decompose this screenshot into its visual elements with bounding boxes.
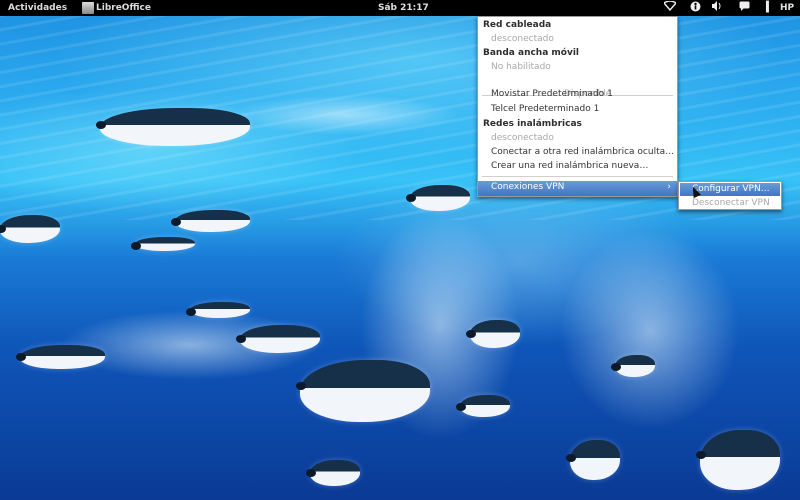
mobile-broadband-header: Banda ancha móvil bbox=[483, 48, 580, 58]
menu-separator bbox=[482, 176, 673, 177]
penguin-image bbox=[456, 395, 510, 417]
connect-hidden-network-item[interactable]: Conectar a otra red inalámbrica oculta… bbox=[491, 145, 690, 159]
configure-vpn-label: Configurar VPN… bbox=[692, 184, 770, 194]
wifi-icon[interactable] bbox=[662, 0, 678, 15]
penguin-image bbox=[0, 215, 60, 243]
desktop-wallpaper bbox=[0, 0, 800, 500]
mobile-option-movistar[interactable]: Movistar Predeterminado 1 bbox=[491, 87, 690, 101]
clock-button[interactable]: Sáb 21:17 bbox=[378, 3, 429, 13]
create-wireless-network-item[interactable]: Crear una red inalámbrica nueva… bbox=[491, 159, 690, 173]
penguin-image bbox=[611, 355, 655, 377]
mobile-broadband-status: No habilitado bbox=[491, 62, 551, 72]
wireless-network-status: desconectado bbox=[491, 133, 554, 143]
chevron-right-icon: › bbox=[667, 182, 671, 192]
chat-icon[interactable] bbox=[737, 1, 751, 15]
penguin-image bbox=[131, 237, 195, 251]
penguin-image bbox=[696, 430, 780, 490]
penguin-image bbox=[406, 185, 470, 211]
wired-network-status: desconectado bbox=[491, 34, 554, 44]
vpn-connections-label: Conexiones VPN bbox=[491, 182, 565, 192]
bubble-trail bbox=[230, 95, 460, 135]
penguin-image bbox=[566, 440, 620, 480]
volume-icon[interactable] bbox=[710, 1, 724, 15]
user-menu-button[interactable]: HP bbox=[780, 3, 794, 13]
user-status-icon: ▍ bbox=[766, 2, 774, 13]
wireless-networks-header: Redes inalámbricas bbox=[483, 119, 582, 129]
mobile-option-telcel[interactable]: Telcel Predeterminado 1 bbox=[491, 102, 690, 116]
penguin-image bbox=[466, 320, 520, 348]
penguin-image bbox=[16, 345, 105, 369]
top-bar: Actividades LibreOffice Sáb 21:17 ▍ HP bbox=[0, 0, 800, 16]
vpn-connections-item[interactable]: Conexiones VPN › bbox=[478, 181, 677, 196]
network-menu: Red cableada desconectado Banda ancha mó… bbox=[477, 16, 678, 197]
app-menu-button[interactable]: LibreOffice bbox=[96, 3, 151, 13]
app-icon bbox=[82, 2, 94, 14]
wired-network-header: Red cableada bbox=[483, 20, 552, 30]
penguin-image bbox=[171, 210, 250, 232]
penguin-image bbox=[236, 325, 320, 353]
penguin-image bbox=[186, 302, 250, 318]
bubble-trail bbox=[560, 230, 740, 430]
penguin-image bbox=[296, 360, 430, 422]
accessibility-icon[interactable] bbox=[688, 1, 702, 15]
activities-button[interactable]: Actividades bbox=[8, 3, 67, 13]
penguin-image bbox=[96, 108, 250, 146]
disconnect-vpn-item: Desconectar VPN bbox=[692, 198, 770, 208]
penguin-image bbox=[306, 460, 360, 486]
